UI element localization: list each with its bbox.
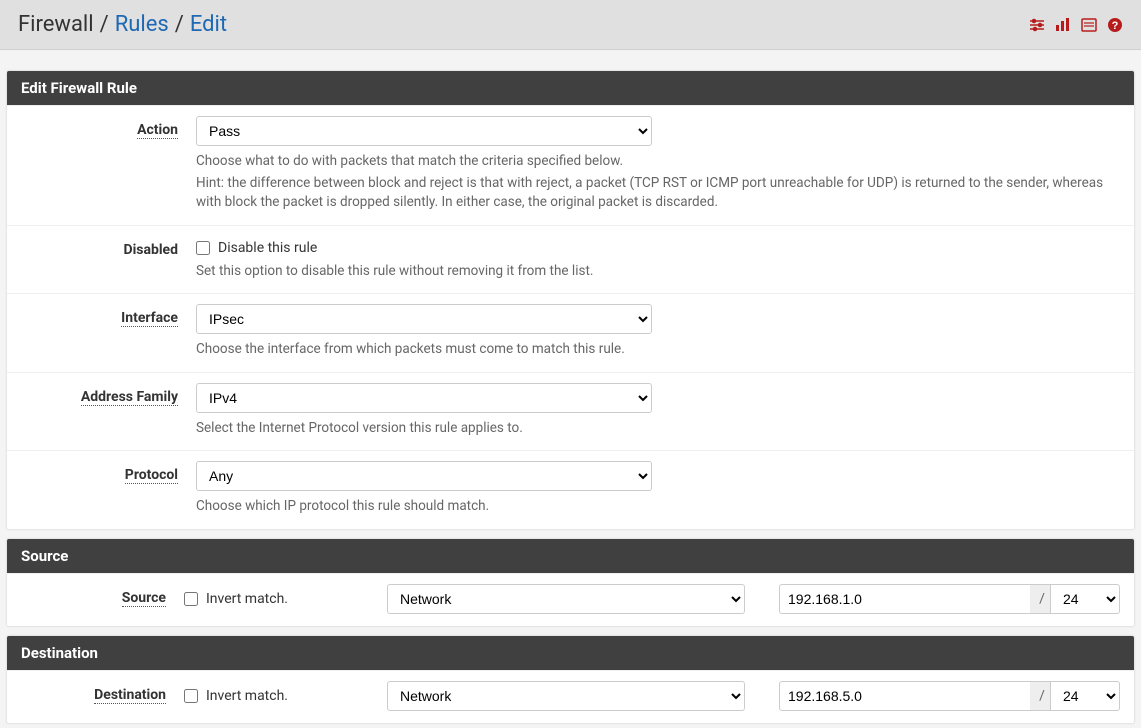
action-help1: Choose what to do with packets that matc… [196, 152, 1116, 172]
source-invert-checkbox[interactable] [184, 592, 198, 606]
edit-firewall-rule-panel: Edit Firewall Rule Action Pass Choose wh… [6, 70, 1135, 530]
protocol-select[interactable]: Any [196, 461, 652, 491]
address-family-select[interactable]: IPv4 [196, 383, 652, 413]
source-label: Source [21, 584, 184, 614]
breadcrumb-sep: / [100, 12, 109, 37]
panel-title-edit: Edit Firewall Rule [7, 71, 1134, 105]
disabled-label: Disabled [21, 236, 196, 282]
action-select[interactable]: Pass [196, 116, 652, 146]
source-address-input[interactable] [779, 584, 1034, 614]
disabled-checkbox-label: Disable this rule [218, 240, 317, 256]
svg-text:?: ? [1112, 20, 1119, 32]
action-help2: Hint: the difference between block and r… [196, 174, 1116, 213]
destination-invert-checkbox[interactable] [184, 689, 198, 703]
disabled-checkbox[interactable] [196, 241, 210, 255]
breadcrumb-root: Firewall [18, 12, 94, 37]
breadcrumb-bar: Firewall / Rules / Edit ? [0, 0, 1141, 50]
source-mask-select[interactable]: 24 [1050, 584, 1120, 614]
settings-icon[interactable] [1029, 18, 1045, 32]
interface-label: Interface [21, 304, 196, 360]
log-icon[interactable] [1081, 18, 1097, 32]
breadcrumb: Firewall / Rules / Edit [18, 12, 227, 37]
panel-title-source: Source [7, 539, 1134, 573]
protocol-help: Choose which IP protocol this rule shoul… [196, 497, 1116, 517]
destination-type-select[interactable]: Network [387, 681, 745, 711]
address-family-label: Address Family [21, 383, 196, 439]
source-panel: Source Source Invert match. Network / 24 [6, 538, 1135, 627]
toolbar-icons: ? [1029, 17, 1123, 33]
destination-label: Destination [21, 681, 184, 711]
destination-mask-select[interactable]: 24 [1050, 681, 1120, 711]
help-icon[interactable]: ? [1107, 17, 1123, 33]
disabled-help: Set this option to disable this rule wit… [196, 262, 1116, 282]
stats-icon[interactable] [1055, 18, 1071, 32]
protocol-label: Protocol [21, 461, 196, 517]
source-type-select[interactable]: Network [387, 584, 745, 614]
destination-invert-label: Invert match. [206, 688, 288, 704]
interface-help: Choose the interface from which packets … [196, 340, 1116, 360]
destination-panel: Destination Destination Invert match. Ne… [6, 635, 1135, 724]
destination-address-input[interactable] [779, 681, 1034, 711]
source-invert-label: Invert match. [206, 591, 288, 607]
address-family-help: Select the Internet Protocol version thi… [196, 419, 1116, 439]
action-label: Action [21, 116, 196, 213]
breadcrumb-rules[interactable]: Rules [115, 12, 169, 37]
interface-select[interactable]: IPsec [196, 304, 652, 334]
panel-title-destination: Destination [7, 636, 1134, 670]
breadcrumb-sep: / [175, 12, 184, 37]
breadcrumb-edit[interactable]: Edit [190, 12, 227, 37]
